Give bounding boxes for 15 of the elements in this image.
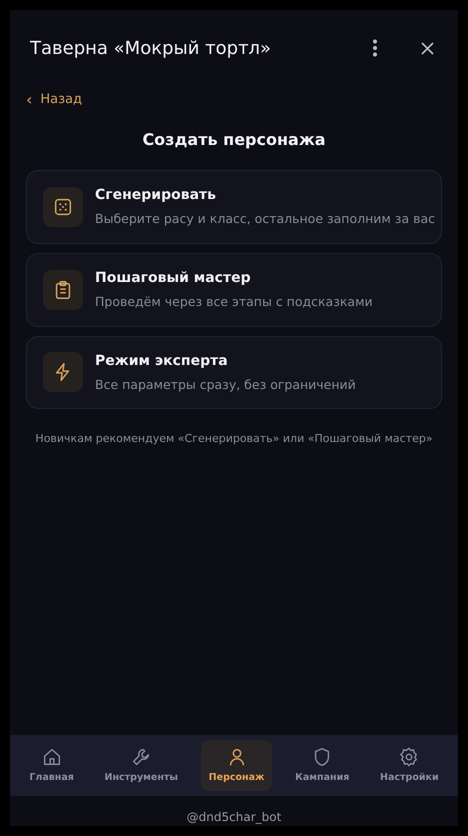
back-link[interactable]: ‹ Назад xyxy=(26,90,82,110)
option-card[interactable]: Сгенерировать Выберите расу и класс, остальное заполним за вас xyxy=(26,170,442,244)
option-card[interactable]: Режим эксперта Все параметры сразу, без ограничений xyxy=(26,336,442,410)
bot-username: @dnd5char_bot xyxy=(186,810,282,824)
window-title: Таверна «Мокрый тортл» xyxy=(30,36,272,60)
page-heading: Создать персонажа xyxy=(141,129,327,151)
nav-tab[interactable]: Настройки xyxy=(372,740,447,792)
close-icon xyxy=(420,42,434,54)
nav-tab[interactable]: Персонаж xyxy=(200,740,272,792)
kebab-icon xyxy=(372,39,378,57)
nav-tab[interactable]: Кампания xyxy=(287,740,358,792)
nav-tab[interactable]: Инструменты xyxy=(96,740,186,792)
nav-tab[interactable]: Главная xyxy=(21,740,82,792)
hint-text: Новичкам рекомендуем «Сгенерировать» или «Пошаговый мастер» xyxy=(34,431,434,448)
option-card[interactable]: Пошаговый мастер Проведём через все этапы с подсказками xyxy=(26,252,442,326)
